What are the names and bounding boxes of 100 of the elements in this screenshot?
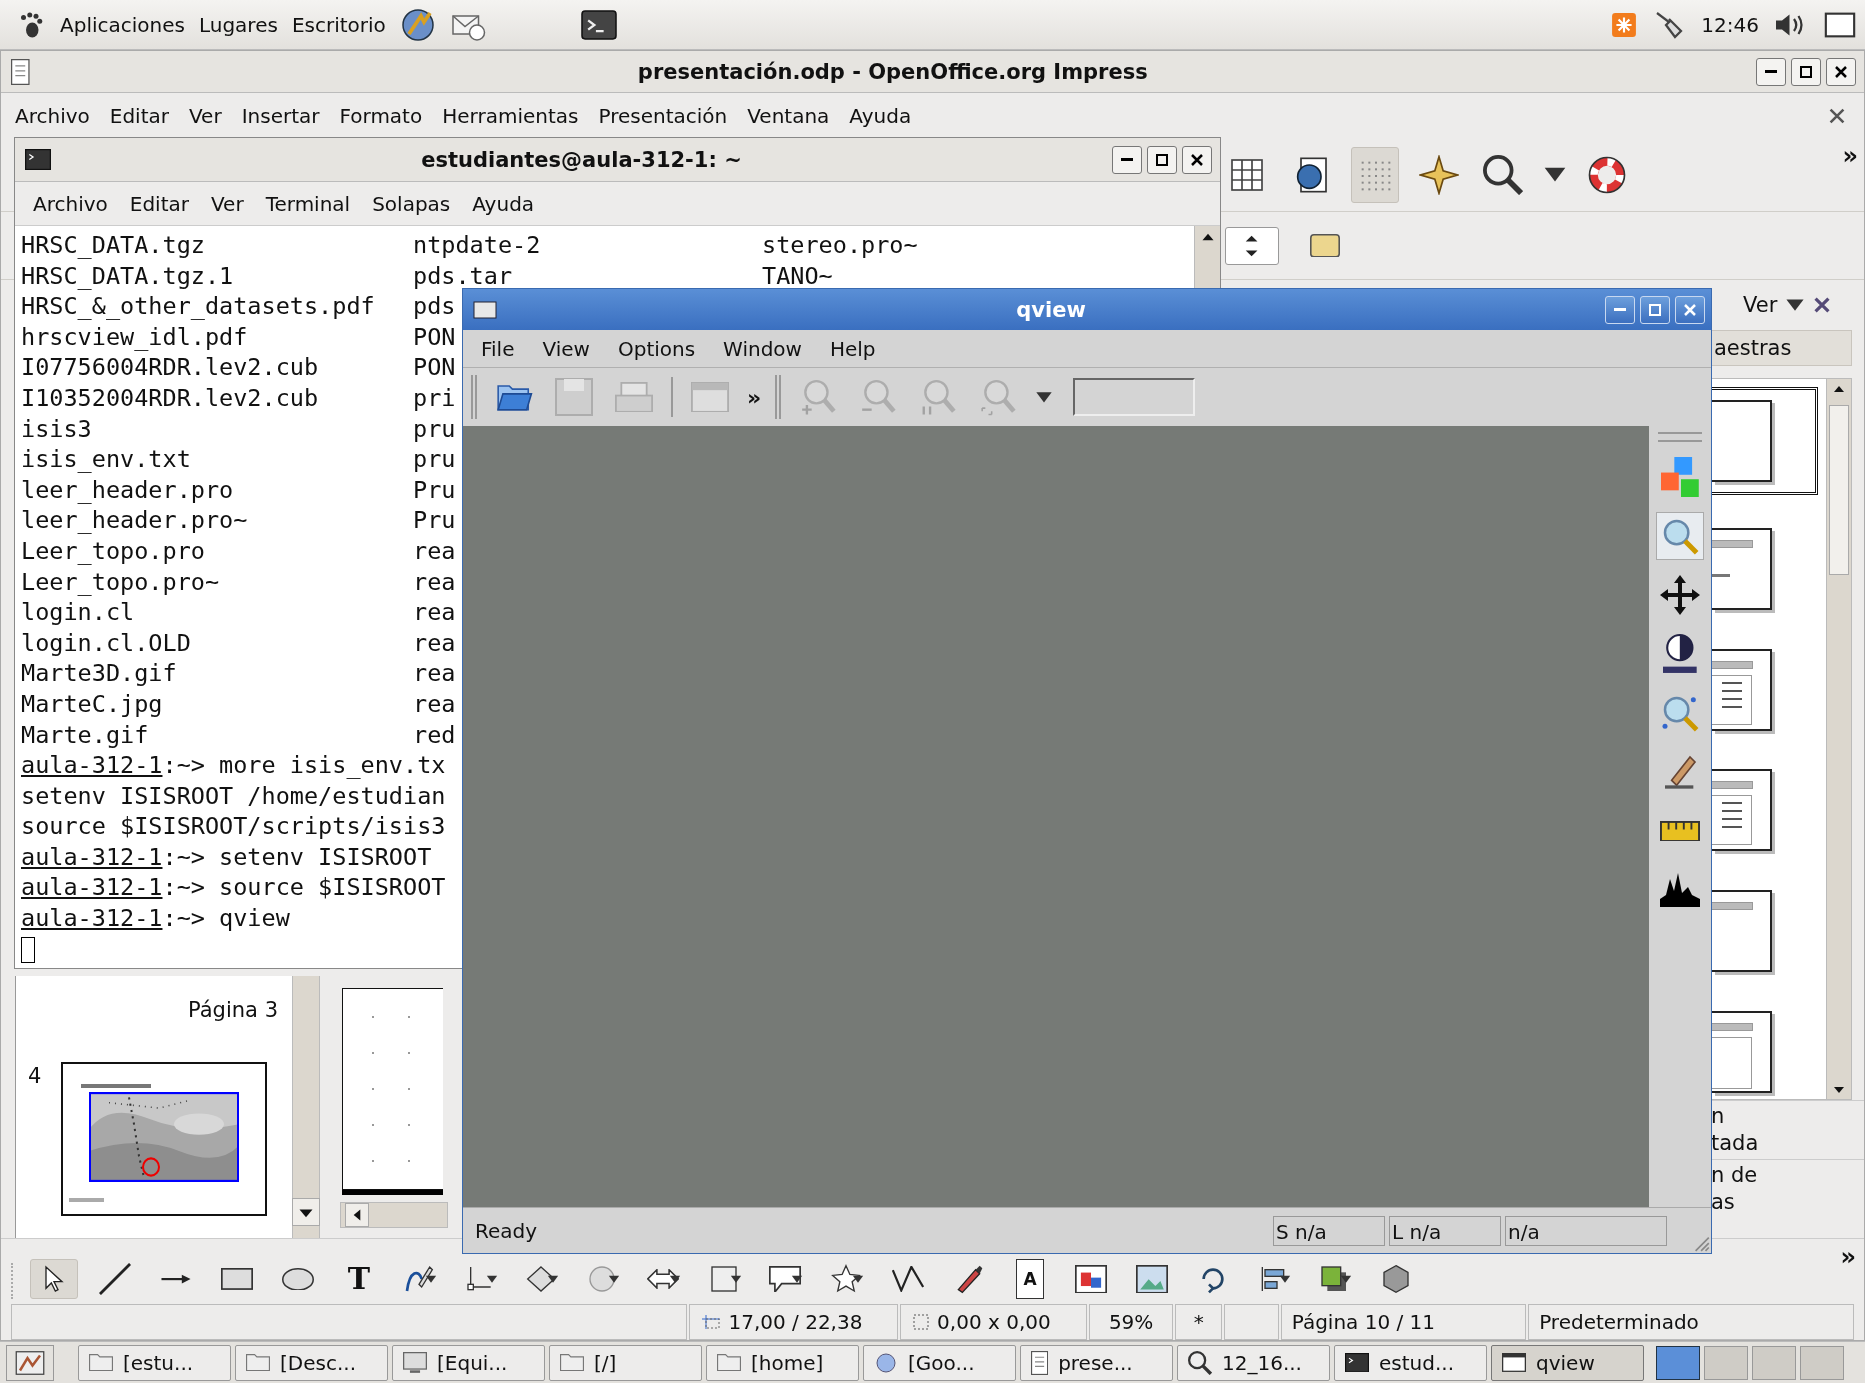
caret-icon [1035, 390, 1054, 404]
close-icon[interactable] [1813, 296, 1832, 314]
file-name: PON [413, 321, 456, 353]
taskbar-button[interactable]: 12_16... [1177, 1344, 1330, 1381]
option-label: n de [1711, 1162, 1759, 1189]
file-name: Leer_topo.pro~ [21, 566, 220, 598]
status-message: Ready [475, 1218, 538, 1243]
panel-menu[interactable]: Aplicaciones [60, 12, 185, 37]
window-title: qview [1015, 297, 1087, 322]
panel-menu[interactable]: Lugares [198, 12, 278, 37]
workspace-button[interactable] [1656, 1345, 1700, 1380]
file-name: ntpdate-2 [413, 230, 541, 261]
minimize-button[interactable] [1112, 145, 1142, 174]
double-arrow-icon [647, 1269, 679, 1289]
file-name: PON [413, 352, 456, 383]
menu-item[interactable]: Solapas [372, 191, 451, 216]
file-name: isis_env.txt [21, 444, 191, 475]
close-icon[interactable] [1828, 106, 1846, 125]
menu-item[interactable]: File [481, 336, 515, 361]
scroll-thumb[interactable] [1829, 405, 1849, 575]
file-name: Marte3D.gif [21, 658, 177, 689]
menu-item[interactable]: Archivo [15, 103, 90, 128]
taskbar-button[interactable]: prese... [1020, 1344, 1173, 1381]
taskbar-button[interactable]: [estu... [78, 1344, 231, 1381]
menu-item[interactable]: Options [617, 336, 696, 361]
menu-item[interactable]: Window [723, 336, 802, 361]
menu-item[interactable]: Ventana [747, 103, 830, 128]
zoom-in-icon [799, 378, 838, 416]
zoom-fit-icon [979, 378, 1018, 416]
menu-item[interactable]: Ver [189, 103, 222, 128]
update-icon[interactable] [1611, 11, 1638, 38]
menu-item[interactable]: Ayuda [849, 103, 912, 128]
taskbar-button[interactable]: [/] [549, 1344, 702, 1381]
menu-item[interactable]: Herramientas [442, 103, 579, 128]
line-icon [99, 1263, 131, 1295]
overflow-button[interactable]: » [1842, 142, 1858, 170]
menu-item[interactable]: Terminal [265, 191, 351, 216]
scrollbar[interactable] [340, 1202, 448, 1228]
zoom-field[interactable] [1073, 378, 1196, 416]
maximize-button[interactable] [1147, 145, 1177, 174]
output-line: setenv ISISROOT /home/estudian [21, 781, 446, 810]
caret-icon [486, 1274, 498, 1284]
taskbar-button[interactable]: [Goo... [863, 1344, 1016, 1381]
text-tool-button[interactable]: T [335, 1259, 383, 1299]
terminal-icon [1345, 1352, 1369, 1373]
scrollbar[interactable] [292, 976, 320, 1238]
clock[interactable]: 12:46 [1701, 12, 1759, 37]
tab[interactable]: aestras [1711, 330, 1852, 366]
overflow-button[interactable]: » [747, 384, 762, 410]
taskbar-button[interactable]: [home] [706, 1344, 859, 1381]
maximize-icon [1155, 152, 1169, 167]
layout-thumbnail[interactable] [1712, 387, 1818, 496]
view-menu[interactable]: Ver [1743, 293, 1778, 317]
taskbar-button[interactable]: [Equi... [392, 1344, 545, 1381]
toolbar-handle[interactable] [775, 375, 782, 419]
command-line: aula-312-1:~> setenv ISISROOT [21, 842, 432, 871]
command-line: aula-312-1:~> source $ISISROOT [21, 873, 446, 902]
file-name: I10352004RDR.lev2.cub [21, 382, 319, 414]
menu-item[interactable]: Archivo [33, 191, 108, 216]
show-desktop-button[interactable] [6, 1344, 54, 1381]
menu-item[interactable]: View [542, 336, 590, 361]
slide-thumbnail[interactable] [61, 1062, 268, 1216]
menu-item[interactable]: Formato [339, 103, 423, 128]
taskbar-button[interactable]: [Desc... [235, 1344, 388, 1381]
scrollbar[interactable] [1194, 226, 1220, 288]
close-icon [1190, 152, 1204, 167]
maximize-icon [1648, 302, 1662, 317]
spinner-button[interactable] [1225, 226, 1279, 265]
minimize-button[interactable] [1756, 57, 1786, 86]
terminal-icon[interactable] [579, 7, 618, 42]
menu-item[interactable]: Insertar [241, 103, 320, 128]
menu-item[interactable]: Presentación [598, 103, 728, 128]
caret-icon [1279, 1274, 1291, 1284]
file-name: rea [413, 566, 456, 598]
menu-item[interactable]: Help [829, 336, 876, 361]
scrollbar[interactable] [1826, 379, 1851, 1099]
menu-item[interactable]: Editar [109, 103, 169, 128]
taskbar-button[interactable]: estud... [1334, 1344, 1487, 1381]
menu-item[interactable]: Ver [211, 191, 244, 216]
toolbar-handle[interactable] [471, 375, 477, 419]
taskbar-button[interactable]: qview [1491, 1344, 1644, 1381]
menu-item[interactable]: Editar [129, 191, 189, 216]
caret-icon [852, 1274, 864, 1284]
close-button[interactable] [1182, 145, 1212, 174]
window-title: estudiantes@aula-312-1: ~ [420, 147, 743, 172]
globe-icon[interactable] [399, 6, 436, 43]
close-button[interactable] [1826, 57, 1856, 86]
overflow-button[interactable]: » [1840, 1243, 1856, 1271]
pointer-button[interactable] [30, 1259, 78, 1299]
dot-grid-button[interactable] [1351, 146, 1399, 203]
toolbar-handle[interactable] [1658, 432, 1702, 442]
magnifier-tool-button[interactable] [1656, 512, 1704, 560]
option-label: as [1711, 1189, 1736, 1216]
caret-icon [1785, 297, 1806, 313]
menu-item[interactable]: Ayuda [472, 191, 535, 216]
panel-menu[interactable]: Escritorio [291, 12, 386, 37]
lifebuoy-icon [1587, 154, 1627, 195]
maximize-button[interactable] [1791, 57, 1821, 86]
layout-name: Predeterminado [1539, 1310, 1699, 1334]
folder-icon [89, 1353, 113, 1372]
